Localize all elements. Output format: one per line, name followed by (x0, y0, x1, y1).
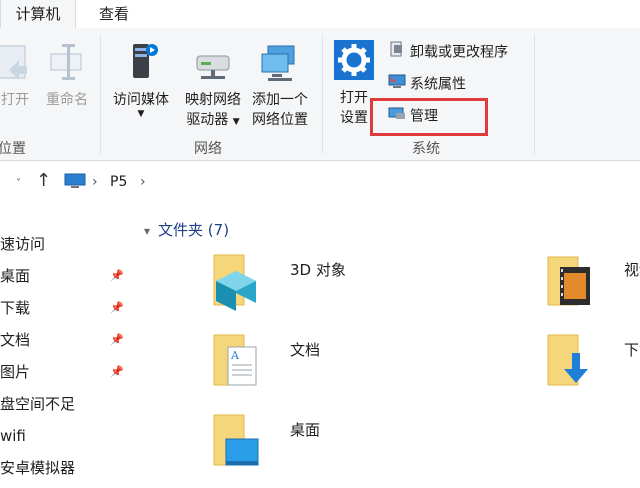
manage-highlight-box (370, 98, 488, 136)
nav-item-android-emulator[interactable]: 安卓模拟器 (0, 454, 130, 482)
group-label-network: 网络 (194, 141, 222, 157)
chevron-down-icon: ▾ (144, 224, 151, 238)
group-divider (534, 34, 535, 154)
open-button[interactable]: 打开 (0, 40, 34, 110)
ribbon: 打开 重命名 位置 访问媒体 ▼ 映射网络 驱动器 ▼ 添加一个 网络位置 网络… (0, 28, 640, 161)
folder-desktop[interactable]: 桌面 (210, 413, 460, 483)
downloads-folder-icon (547, 334, 588, 386)
group-divider (322, 34, 323, 154)
pin-icon: 📌 (110, 333, 124, 346)
media-server-icon (133, 44, 158, 78)
pin-icon: 📌 (110, 365, 124, 378)
rename-icon (50, 44, 82, 80)
nav-item-desktop[interactable]: 桌面 📌 (0, 262, 130, 290)
dropdown-arrow-icon: ▼ (137, 109, 145, 119)
pin-icon: 📌 (110, 301, 124, 314)
path-segment[interactable]: P5 (110, 174, 127, 190)
nav-item-documents[interactable]: 文档 📌 (0, 326, 130, 354)
navigation-pane: 速访问 桌面 📌 下载 📌 文档 📌 图片 📌 盘空间不足 wifi 安卓模拟器 (0, 218, 130, 488)
uninstall-icon (388, 40, 406, 65)
videos-folder-icon (547, 256, 590, 306)
folders-section-header[interactable]: ▾ 文件夹 (7) (144, 219, 229, 240)
recent-locations-dropdown[interactable]: ˅ (16, 178, 21, 189)
system-properties-button[interactable]: 系统属性 (388, 72, 466, 94)
network-drive-icon (196, 55, 230, 79)
open-icon (0, 45, 27, 80)
up-arrow-icon[interactable]: ↑ (36, 170, 51, 191)
path-separator: › (92, 174, 98, 190)
access-media-button[interactable]: 访问媒体 ▼ (106, 40, 176, 119)
dropdown-arrow-icon: ▼ (232, 117, 240, 127)
nav-item-pictures[interactable]: 图片 📌 (0, 358, 130, 386)
tab-view[interactable]: 查看 (86, 0, 142, 28)
nav-item-quick-access[interactable]: 速访问 (0, 230, 130, 258)
nav-item-downloads[interactable]: 下载 📌 (0, 294, 130, 322)
address-bar: ˅ ↑ › P5 › (0, 168, 640, 200)
system-properties-icon (388, 72, 406, 97)
svg-text:A: A (230, 349, 240, 362)
3d-objects-folder-icon (213, 254, 256, 311)
nav-item-wifi[interactable]: wifi (0, 422, 130, 450)
ribbon-tab-bar: 计算机 查看 (0, 0, 640, 28)
desktop-folder-icon (213, 414, 259, 466)
uninstall-program-button[interactable]: 卸载或更改程序 (388, 40, 508, 62)
path-separator[interactable]: › (140, 174, 146, 190)
settings-gear-icon (334, 40, 374, 80)
computer-icon (64, 172, 86, 194)
group-divider (100, 34, 101, 154)
file-list: ▾文件夹 (7) 3D 对象 视频 A 文档 (130, 205, 640, 488)
folder-3d-objects[interactable]: 3D 对象 (210, 253, 460, 323)
rename-button[interactable]: 重命名 (40, 40, 94, 110)
folder-documents[interactable]: A 文档 (210, 333, 460, 403)
pin-icon: 📌 (110, 269, 124, 282)
tab-computer[interactable]: 计算机 (0, 0, 76, 28)
documents-folder-icon: A (213, 334, 257, 386)
folder-downloads[interactable]: 下载 (544, 333, 640, 403)
add-network-location-button[interactable]: 添加一个 网络位置 (244, 40, 316, 130)
group-label-system: 系统 (412, 141, 440, 157)
folder-videos[interactable]: 视频 (544, 253, 640, 323)
nav-item-low-disk[interactable]: 盘空间不足 (0, 390, 130, 418)
network-location-icon (261, 45, 295, 81)
group-label-location: 位置 (0, 141, 26, 157)
map-network-drive-button[interactable]: 映射网络 驱动器 ▼ (178, 40, 248, 132)
